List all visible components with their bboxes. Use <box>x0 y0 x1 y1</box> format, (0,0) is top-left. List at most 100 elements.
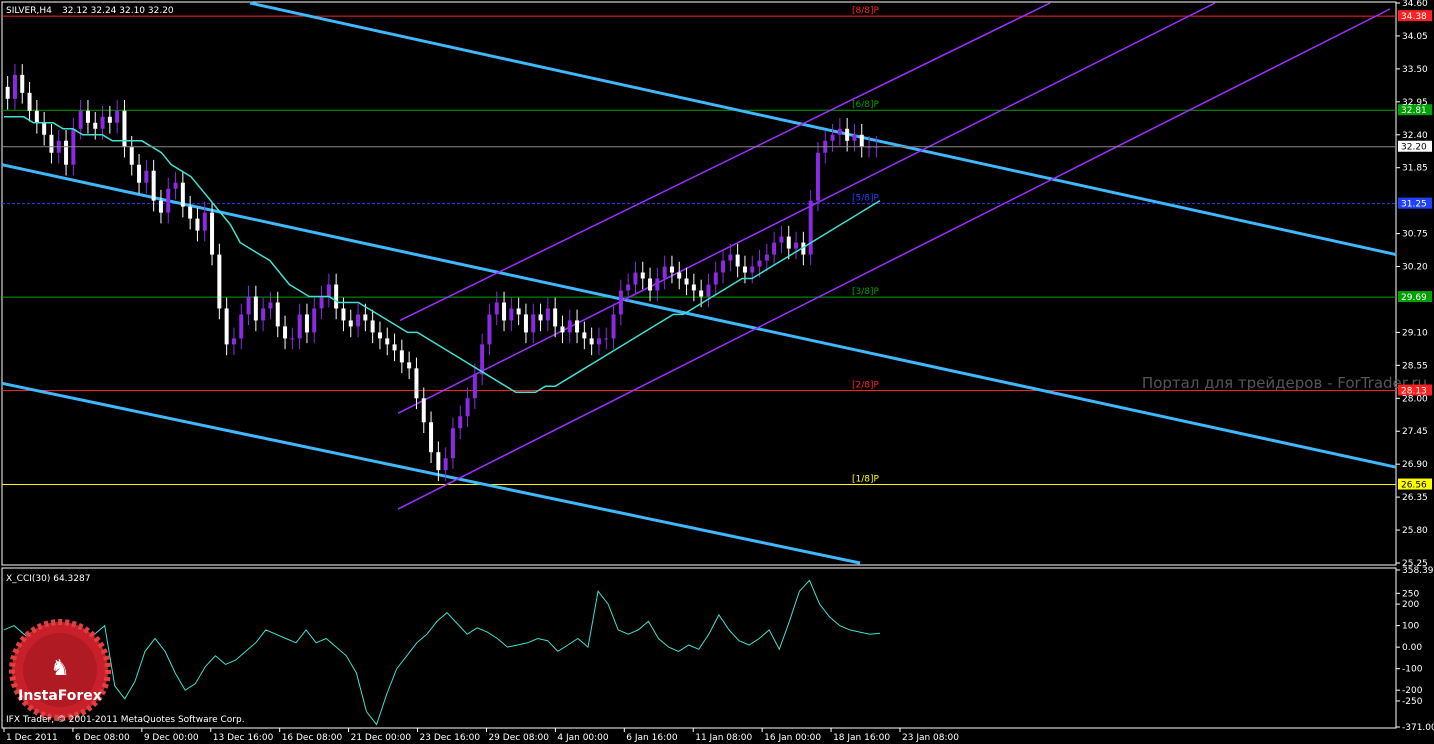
cci-title: X_CCI(30) 64.3287 <box>6 574 90 584</box>
candle-body <box>290 338 295 340</box>
cci-tick-label: -200 <box>1402 686 1423 696</box>
murrey-level-value: 29.69 <box>1401 293 1427 303</box>
cci-axis: 358.395 250200 100 0.00 -100 -200-250 -371.002 <box>1396 566 1434 733</box>
logo-text: InstaForex <box>18 688 102 704</box>
candle-body <box>837 128 842 135</box>
cci-tick-label: 0.00 <box>1402 643 1422 653</box>
candle-body <box>845 128 850 141</box>
candle-body <box>494 302 499 315</box>
time-tick-label: 4 Jan 00:00 <box>557 733 609 743</box>
candle-body <box>757 260 762 267</box>
candle-body <box>596 338 601 345</box>
cci-tick-label: -250 <box>1402 697 1423 707</box>
time-tick-label: 9 Dec 00:00 <box>144 733 199 743</box>
candle-body <box>246 296 251 315</box>
candle-body <box>859 134 864 147</box>
candle-body <box>509 308 514 321</box>
candle-body <box>180 182 185 207</box>
price-tick-label: 25.80 <box>1402 526 1428 536</box>
candle-body <box>341 308 346 321</box>
candle-body <box>706 284 711 297</box>
candle-body <box>297 314 302 339</box>
candle-body <box>385 338 390 345</box>
candle-body <box>312 308 317 333</box>
murrey-level-value: 34.38 <box>1401 12 1427 22</box>
candle-body <box>728 254 733 261</box>
candle-body <box>253 296 258 321</box>
candle-body <box>443 458 448 471</box>
candle-body <box>414 368 419 399</box>
cci-tick-label: 358.395 <box>1402 566 1434 576</box>
candle-body <box>217 254 222 309</box>
price-tick-label: 33.50 <box>1402 65 1428 75</box>
candle-body <box>742 266 747 273</box>
price-tick-label: 26.90 <box>1402 460 1428 470</box>
price-tick-label: 31.85 <box>1402 164 1428 174</box>
candle-body <box>589 338 594 345</box>
candle-body <box>137 164 142 183</box>
price-tick-label: 30.75 <box>1402 230 1428 240</box>
candle-body <box>64 140 69 165</box>
murrey-level-name: [3/8]P <box>852 287 880 297</box>
time-tick-label: 29 Dec 08:00 <box>488 733 549 743</box>
candle-body <box>20 74 25 93</box>
candle-body <box>480 344 485 375</box>
candle-body <box>567 320 572 333</box>
candle-body <box>348 320 353 327</box>
time-tick-label: 11 Jan 08:00 <box>695 733 752 743</box>
cci-tick-label: -100 <box>1402 665 1423 675</box>
candle-body <box>5 86 10 99</box>
cci-tick-label: -371.002 <box>1402 723 1434 733</box>
time-tick-label: 18 Jan 16:00 <box>833 733 890 743</box>
candle-body <box>334 284 339 309</box>
candle-body <box>188 206 193 219</box>
candle-body <box>129 146 134 165</box>
price-tick-label: 34.60 <box>1402 0 1428 9</box>
candle-body <box>721 260 726 273</box>
candle-body <box>640 272 645 279</box>
candle-body <box>450 428 455 459</box>
candle-body <box>100 116 105 129</box>
price-tick-label: 32.95 <box>1402 98 1428 108</box>
candle-body <box>261 308 266 321</box>
main-panel: SILVER,H4 32.12 32.24 32.10 32.20 Портал… <box>1 0 1432 569</box>
candle-body <box>516 308 521 315</box>
candle-body <box>85 110 90 123</box>
candle-body <box>173 182 178 189</box>
candle-body <box>195 218 200 231</box>
time-tick-label: 23 Dec 16:00 <box>420 733 481 743</box>
candle-body <box>677 272 682 279</box>
symbol-label: SILVER,H4 <box>6 6 52 16</box>
candle-body <box>407 362 412 369</box>
candle-body <box>779 236 784 243</box>
watermark: Портал для трейдеров - ForTrader.ru <box>1142 374 1427 392</box>
candle-body <box>319 296 324 309</box>
cci-panel: X_CCI(30) 64.3287 358.395 250200 100 0.00 -1… <box>1 566 1434 733</box>
murrey-level-name: [6/8]P <box>852 100 880 110</box>
candle-body <box>523 314 528 333</box>
price-tick-label: 29.10 <box>1402 328 1428 338</box>
candle-body <box>377 332 382 339</box>
candle-body <box>808 200 813 255</box>
candle-body <box>830 134 835 141</box>
instaforex-logo: ♞ InstaForex <box>9 619 111 721</box>
candle-body <box>545 308 550 321</box>
time-tick-label: 16 Jan 00:00 <box>764 733 821 743</box>
candle-body <box>472 374 477 399</box>
candle-body <box>772 242 777 255</box>
candle-body <box>604 338 609 340</box>
candle-body <box>144 170 149 183</box>
candle-body <box>465 398 470 417</box>
chart-canvas: SILVER,H4 32.12 32.24 32.10 32.20 Портал… <box>1 0 1434 743</box>
candle-body <box>538 314 543 321</box>
candle-body <box>633 272 638 285</box>
candle-body <box>713 272 718 285</box>
cci-tick-label: 200 <box>1402 600 1419 610</box>
main-panel-frame <box>1 1 1397 566</box>
candle-body <box>582 332 587 339</box>
candle-body <box>283 326 288 339</box>
time-tick-label: 6 Dec 08:00 <box>75 733 130 743</box>
candle-body <box>326 284 331 297</box>
logo-emblem-icon: ♞ <box>50 656 70 681</box>
candle-body <box>304 314 309 333</box>
